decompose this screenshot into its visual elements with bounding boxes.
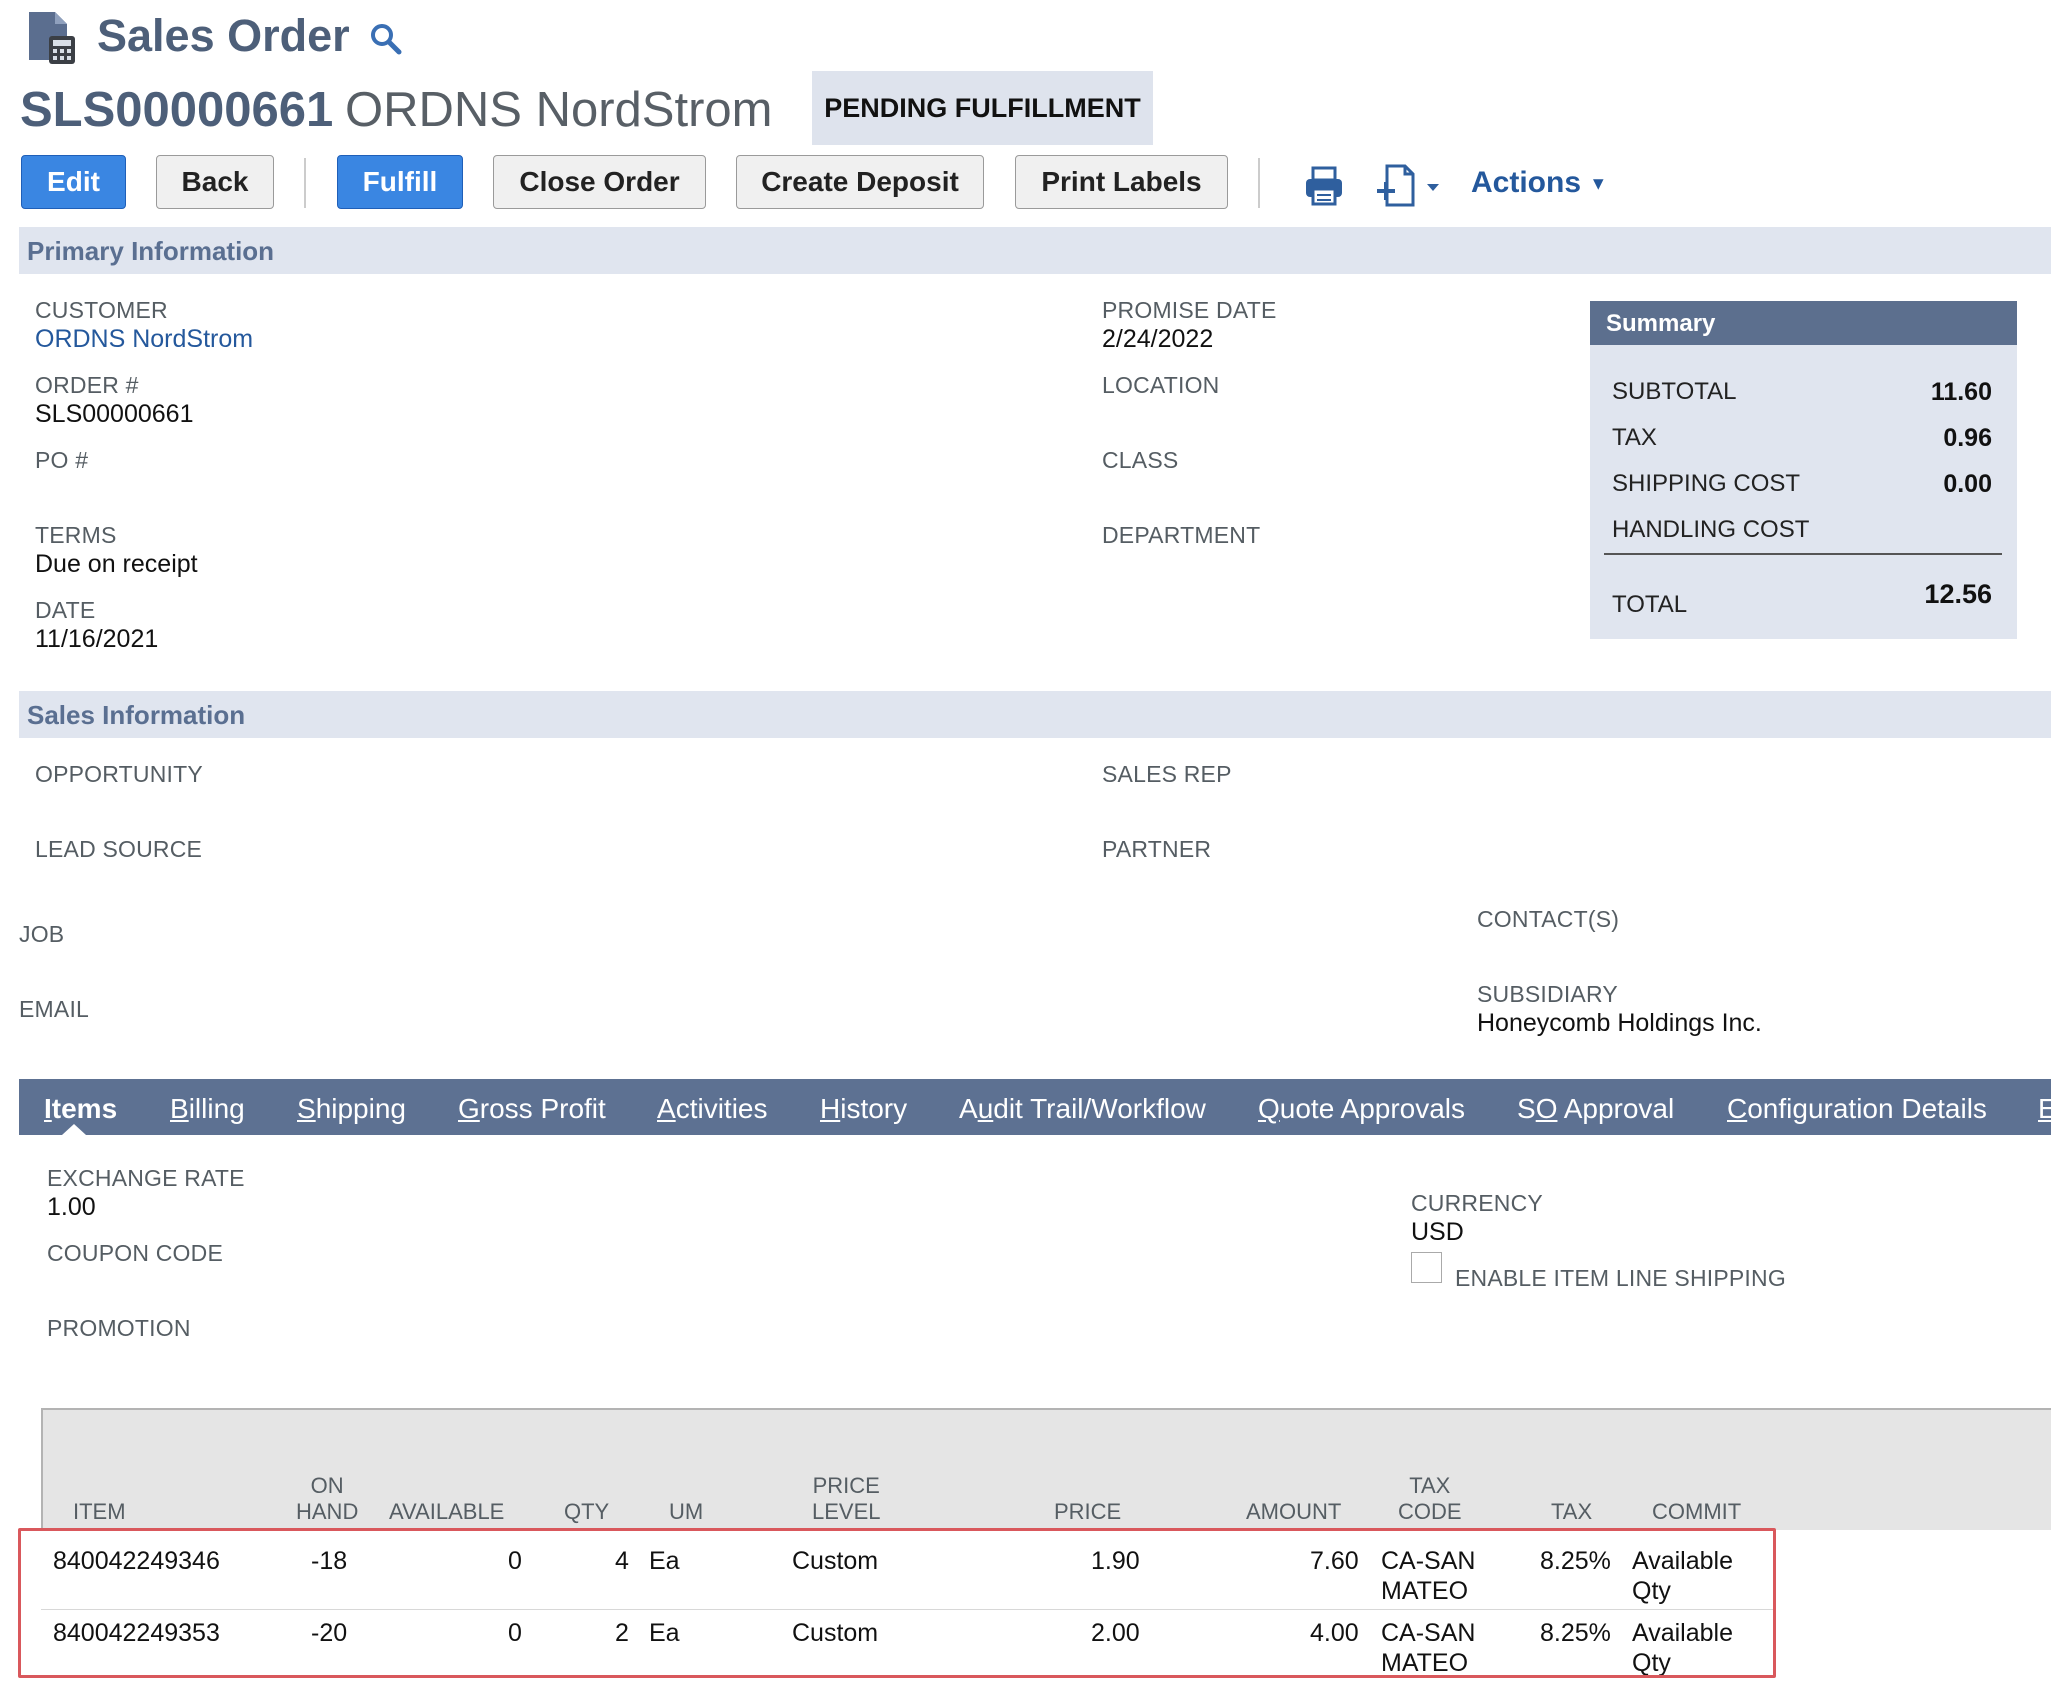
currency-label: CURRENCY xyxy=(1411,1190,1543,1216)
opportunity-label: OPPORTUNITY xyxy=(35,761,203,787)
department-label: DEPARTMENT xyxy=(1102,522,1261,548)
order-number-value: SLS00000661 xyxy=(35,400,194,428)
tax-value: 0.96 xyxy=(1943,424,1992,452)
sales-order-page-icon xyxy=(29,12,75,64)
coupon-code-label: COUPON CODE xyxy=(47,1240,223,1266)
chevron-down-icon: ▼ xyxy=(1589,173,1608,194)
summary-header: Summary xyxy=(1590,301,2017,345)
tab-billing[interactable]: Billing xyxy=(170,1093,245,1125)
print-labels-button[interactable]: Print Labels xyxy=(1015,155,1228,209)
col-header-qty[interactable]: QTY xyxy=(564,1499,609,1525)
exchange-rate-value: 1.00 xyxy=(47,1193,96,1221)
toolbar-separator xyxy=(1258,158,1260,208)
lead-source-label: LEAD SOURCE xyxy=(35,836,203,862)
date-label: DATE xyxy=(35,597,96,623)
terms-value: Due on receipt xyxy=(35,550,198,578)
col-header-um[interactable]: UM xyxy=(669,1499,703,1525)
contacts-label: CONTACT(S) xyxy=(1477,906,1620,932)
shipping-cost-label: SHIPPING COST xyxy=(1612,470,1801,497)
tab-quote-approvals[interactable]: Quote Approvals xyxy=(1258,1093,1465,1125)
tab-gross-profit[interactable]: Gross Profit xyxy=(458,1093,606,1125)
sales-information-title: Sales Information xyxy=(27,700,246,730)
primary-information-header[interactable]: Primary Information xyxy=(19,227,2051,274)
order-customer-heading: ORDNS NordStrom xyxy=(345,83,773,137)
sales-rep-label: SALES REP xyxy=(1102,761,1232,787)
tab-so-approval[interactable]: SO Approval xyxy=(1517,1093,1674,1125)
tab-activities[interactable]: Activities xyxy=(657,1093,767,1125)
col-header-price[interactable]: PRICE xyxy=(1054,1499,1121,1525)
subtab-bar: Items Billing Shipping Gross Profit Acti… xyxy=(19,1079,2051,1135)
summary-divider xyxy=(1604,553,2002,555)
total-label: TOTAL xyxy=(1612,591,1688,618)
back-button[interactable]: Back xyxy=(156,155,274,209)
page-title: Sales Order xyxy=(97,10,350,61)
tab-audit-trail-workflow[interactable]: Audit Trail/Workflow xyxy=(959,1093,1206,1125)
close-order-button[interactable]: Close Order xyxy=(493,155,706,209)
promise-date-value: 2/24/2022 xyxy=(1102,325,1214,353)
tab-more-truncated[interactable]: E xyxy=(2038,1093,2051,1125)
partner-label: PARTNER xyxy=(1102,836,1212,862)
col-header-available[interactable]: AVAILABLE xyxy=(389,1499,504,1525)
order-number-label: ORDER # xyxy=(35,372,139,398)
col-header-item[interactable]: ITEM xyxy=(73,1499,126,1525)
col-header-tax[interactable]: TAX xyxy=(1551,1499,1592,1525)
date-value: 11/16/2021 xyxy=(35,625,159,653)
search-icon[interactable] xyxy=(369,22,403,56)
fulfill-button[interactable]: Fulfill xyxy=(337,155,463,209)
total-value: 12.56 xyxy=(1924,579,1992,609)
col-header-tax-code[interactable]: TAX CODE xyxy=(1398,1473,1462,1525)
handling-cost-label: HANDLING COST xyxy=(1612,516,1810,543)
sales-information-header[interactable]: Sales Information xyxy=(19,691,2051,738)
email-label: EMAIL xyxy=(19,996,90,1022)
tax-label: TAX xyxy=(1612,424,1657,451)
enable-item-line-shipping-checkbox[interactable] xyxy=(1411,1252,1442,1283)
terms-label: TERMS xyxy=(35,522,117,548)
tab-shipping[interactable]: Shipping xyxy=(297,1093,406,1125)
location-label: LOCATION xyxy=(1102,372,1220,398)
col-header-amount[interactable]: AMOUNT xyxy=(1246,1499,1341,1525)
create-deposit-button[interactable]: Create Deposit xyxy=(736,155,984,209)
active-tab-pointer xyxy=(62,1124,86,1135)
subtotal-label: SUBTOTAL xyxy=(1612,378,1737,405)
exchange-rate-label: EXCHANGE RATE xyxy=(47,1165,245,1191)
promotion-label: PROMOTION xyxy=(47,1315,191,1341)
status-badge: PENDING FULFILLMENT xyxy=(812,71,1153,145)
customer-link[interactable]: ORDNS NordStrom xyxy=(35,325,253,354)
enable-item-line-shipping-label: ENABLE ITEM LINE SHIPPING xyxy=(1455,1265,1786,1291)
annotation-highlight-box xyxy=(18,1528,1776,1678)
summary-title: Summary xyxy=(1606,310,1716,337)
new-document-dropdown-icon[interactable] xyxy=(1375,163,1445,209)
currency-value: USD xyxy=(1411,1218,1464,1246)
order-number-heading: SLS00000661 xyxy=(20,83,334,137)
job-label: JOB xyxy=(19,921,65,947)
print-icon[interactable] xyxy=(1303,165,1345,207)
po-number-label: PO # xyxy=(35,447,89,473)
primary-information-title: Primary Information xyxy=(27,236,275,266)
subsidiary-label: SUBSIDIARY xyxy=(1477,981,1618,1007)
col-header-commit[interactable]: COMMIT xyxy=(1652,1499,1741,1525)
actions-menu[interactable]: Actions ▼ xyxy=(1471,166,1607,200)
col-header-on-hand[interactable]: ON HAND xyxy=(296,1473,358,1525)
class-label: CLASS xyxy=(1102,447,1179,473)
tab-items[interactable]: Items xyxy=(44,1093,117,1125)
shipping-cost-value: 0.00 xyxy=(1943,470,1992,498)
edit-button[interactable]: Edit xyxy=(21,155,126,209)
subsidiary-value: Honeycomb Holdings Inc. xyxy=(1477,1009,1762,1037)
tab-configuration-details[interactable]: Configuration Details xyxy=(1727,1093,1987,1125)
actions-label: Actions xyxy=(1471,166,1582,199)
summary-panel: Summary SUBTOTAL 11.60 TAX 0.96 SHIPPING… xyxy=(1590,301,2017,639)
subtotal-value: 11.60 xyxy=(1930,378,1992,406)
customer-label: CUSTOMER xyxy=(35,297,168,323)
toolbar-separator xyxy=(304,158,306,208)
tab-history[interactable]: History xyxy=(820,1093,907,1125)
promise-date-label: PROMISE DATE xyxy=(1102,297,1277,323)
col-header-price-level[interactable]: PRICE LEVEL xyxy=(812,1473,881,1525)
